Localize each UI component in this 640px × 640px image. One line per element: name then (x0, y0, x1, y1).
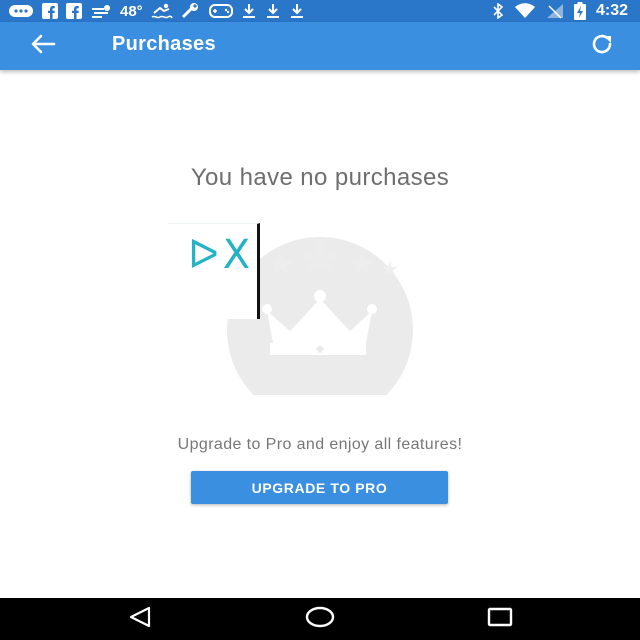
system-nav-bar (0, 598, 640, 640)
status-bar: 48° 4:32 (0, 0, 640, 22)
status-bar-left: 48° (8, 0, 305, 22)
arrow-back-icon (30, 34, 56, 59)
nav-back-icon (127, 606, 153, 633)
wrench-icon (181, 0, 201, 22)
logo-text: ᐅX (188, 232, 255, 278)
gamepad-icon (208, 0, 233, 22)
bluetooth-icon (492, 0, 504, 22)
swimmer-icon (151, 0, 173, 22)
download-icon (289, 0, 305, 22)
facebook-icon (42, 0, 58, 22)
facebook-icon (66, 0, 82, 22)
refresh-button[interactable] (588, 32, 618, 60)
refresh-icon (591, 33, 615, 60)
wifi-icon (514, 0, 536, 22)
nav-recents-icon (486, 606, 514, 633)
nav-home-icon (304, 605, 336, 634)
back-button[interactable] (28, 32, 58, 60)
nav-home-button[interactable] (300, 606, 340, 632)
nav-back-button[interactable] (120, 606, 160, 632)
empty-state-title: You have no purchases (190, 164, 450, 191)
download-icon (265, 0, 281, 22)
upgrade-prompt-text: Upgrade to Pro and enjoy all features! (177, 436, 463, 453)
clock-text: 4:32 (595, 2, 628, 19)
chat-icon (8, 0, 34, 22)
signal-icon (546, 0, 564, 22)
nav-recents-button[interactable] (480, 606, 520, 632)
battery-charging-icon (573, 0, 586, 22)
download-icon (241, 0, 257, 22)
upgrade-to-pro-button[interactable]: UPGRADE TO PRO (191, 471, 448, 504)
temperature-text: 48° (120, 2, 143, 20)
weather-icon (90, 0, 112, 22)
page-title: Purchases (112, 33, 216, 55)
status-bar-right: 4:32 (492, 0, 628, 22)
app-bar: Purchases (0, 22, 640, 70)
